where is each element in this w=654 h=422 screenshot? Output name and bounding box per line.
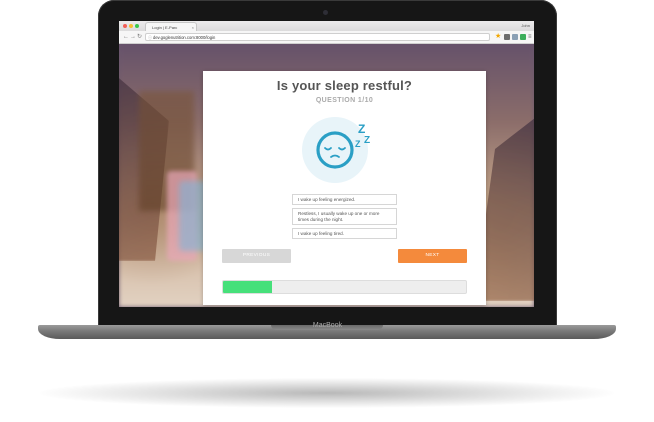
laptop-shadow xyxy=(40,378,614,408)
answer-option[interactable]: I wake up feeling energized. xyxy=(292,194,397,205)
minimize-window-button[interactable] xyxy=(129,24,133,28)
browser-toolbar: ← → ↻ ⓘ dev.goglenutrition.com:8000/logi… xyxy=(119,31,534,44)
question-title: Is your sleep restful? xyxy=(276,78,413,93)
tab-close-icon[interactable]: × xyxy=(192,23,194,31)
tab-title: Login | E-Parc xyxy=(152,25,178,30)
reload-icon[interactable]: ↻ xyxy=(137,31,142,43)
extension-icon[interactable] xyxy=(504,34,510,40)
sleeping-face-icon: Z Z Z xyxy=(300,113,390,185)
extension-icon[interactable] xyxy=(512,34,518,40)
close-window-button[interactable] xyxy=(123,24,127,28)
profile-name[interactable]: John xyxy=(521,21,530,31)
laptop-screen: Login | E-Parc × John ← → ↻ ⓘ dev.goglen… xyxy=(119,21,534,307)
sleep-z-letter: Z xyxy=(364,135,370,146)
laptop-brand-label: MacBook xyxy=(312,322,343,329)
progress-bar-fill xyxy=(223,281,272,293)
extension-icon[interactable] xyxy=(520,34,526,40)
browser-menu-icon[interactable]: ≡ xyxy=(528,31,532,43)
answer-option[interactable]: I wake up feeling tired. xyxy=(292,228,397,239)
laptop-lid: Login | E-Parc × John ← → ↻ ⓘ dev.goglen… xyxy=(98,0,557,330)
forward-icon[interactable]: → xyxy=(130,31,136,43)
camera-icon xyxy=(323,10,328,15)
address-bar-url: dev.goglenutrition.com:8000/login xyxy=(153,35,216,40)
question-counter: QUESTION 1/10 xyxy=(315,97,374,104)
browser-tab[interactable]: Login | E-Parc × xyxy=(145,22,197,31)
quiz-card: Is your sleep restful? QUESTION 1/10 Z Z… xyxy=(203,71,486,305)
answer-option[interactable]: Restless, I usually wake up one or more … xyxy=(292,208,397,225)
next-button[interactable]: NEXT xyxy=(398,249,467,263)
progress-bar xyxy=(222,280,467,294)
previous-button[interactable]: PREVIOUS xyxy=(222,249,291,263)
back-icon[interactable]: ← xyxy=(123,31,129,43)
star-icon[interactable]: ★ xyxy=(495,32,501,42)
maximize-window-button[interactable] xyxy=(135,24,139,28)
page-info-icon[interactable]: ⓘ xyxy=(148,34,152,40)
sleep-z-letter: Z xyxy=(355,139,361,149)
sleep-z-letter: Z xyxy=(358,122,365,136)
address-bar[interactable]: ⓘ dev.goglenutrition.com:8000/login xyxy=(145,33,490,41)
